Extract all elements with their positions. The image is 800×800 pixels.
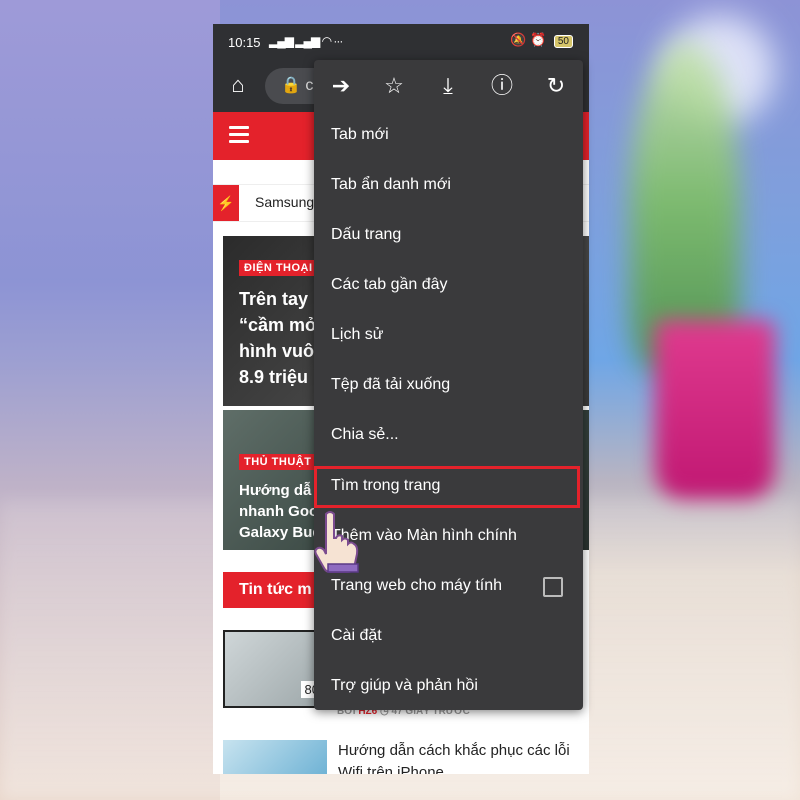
desktop-site-label: Trang web cho máy tính <box>331 577 503 594</box>
flash-icon: ⚡ <box>213 185 239 221</box>
ticker-text[interactable]: Samsung <box>255 194 314 210</box>
alarm-icon: ⏰ <box>530 32 547 47</box>
menu-item-share[interactable]: Chia sẻ... <box>314 410 583 460</box>
article-thumbnail[interactable] <box>223 740 327 774</box>
info-icon[interactable]: ⓘ <box>486 70 518 102</box>
category-tag: ĐIỆN THOẠI <box>239 260 318 276</box>
signal-icon: ▂▄▆ ▂▄▆ ◠ ··· <box>269 34 343 48</box>
status-dots: ··· <box>333 34 343 48</box>
pointing-hand-icon <box>314 511 359 573</box>
hamburger-menu-icon[interactable] <box>229 126 249 144</box>
find-in-page-highlight <box>314 466 580 508</box>
menu-item-settings[interactable]: Cài đặt <box>314 611 583 661</box>
menu-item-new-tab[interactable]: Tab mới <box>314 110 583 160</box>
arrow-forward-icon[interactable]: ➔ <box>325 70 357 102</box>
browser-overflow-menu: ➔ ☆ ⤓ ⓘ ↻ Tab mới Tab ẩn danh mới Dấu tr… <box>314 60 583 710</box>
article-title: Hướng dẫ nhanh Goo Galaxy Bud <box>239 482 322 541</box>
menu-item-downloads[interactable]: Tệp đã tải xuống <box>314 360 583 410</box>
lock-icon: 🔒 <box>281 77 301 94</box>
menu-item-bookmarks[interactable]: Dấu trang <box>314 210 583 260</box>
home-icon[interactable]: ⌂ <box>225 72 251 98</box>
mute-icon: 🔕 <box>510 32 527 47</box>
status-bar: 10:15 ▂▄▆ ▂▄▆ ◠ ··· 🔕 ⏰ 50 <box>213 24 589 62</box>
download-icon[interactable]: ⤓ <box>432 70 464 102</box>
menu-icon-row: ➔ ☆ ⤓ ⓘ ↻ <box>314 60 583 110</box>
refresh-icon[interactable]: ↻ <box>540 70 572 102</box>
article-link[interactable]: Hướng dẫn cách khắc phục các lỗi Wifi tr… <box>338 740 578 774</box>
category-tag: THỦ THUẬT <box>239 454 317 470</box>
wifi-icon: ◠ <box>321 34 333 48</box>
menu-item-help[interactable]: Trợ giúp và phản hồi <box>314 661 583 711</box>
battery-icon: 50 <box>553 35 573 48</box>
menu-item-recent-tabs[interactable]: Các tab gần đây <box>314 260 583 310</box>
menu-item-history[interactable]: Lịch sử <box>314 310 583 360</box>
star-icon[interactable]: ☆ <box>378 70 410 102</box>
url-text: c <box>305 77 314 94</box>
article-title: Trên tay b “cầm mở hình vuô 8.9 triệu <box>239 289 324 387</box>
menu-item-incognito-tab[interactable]: Tab ẩn danh mới <box>314 160 583 210</box>
desktop-site-checkbox[interactable] <box>543 577 563 597</box>
status-time: 10:15 <box>228 35 261 50</box>
status-right: 🔕 ⏰ 50 <box>510 32 573 48</box>
background-pot <box>655 320 775 500</box>
